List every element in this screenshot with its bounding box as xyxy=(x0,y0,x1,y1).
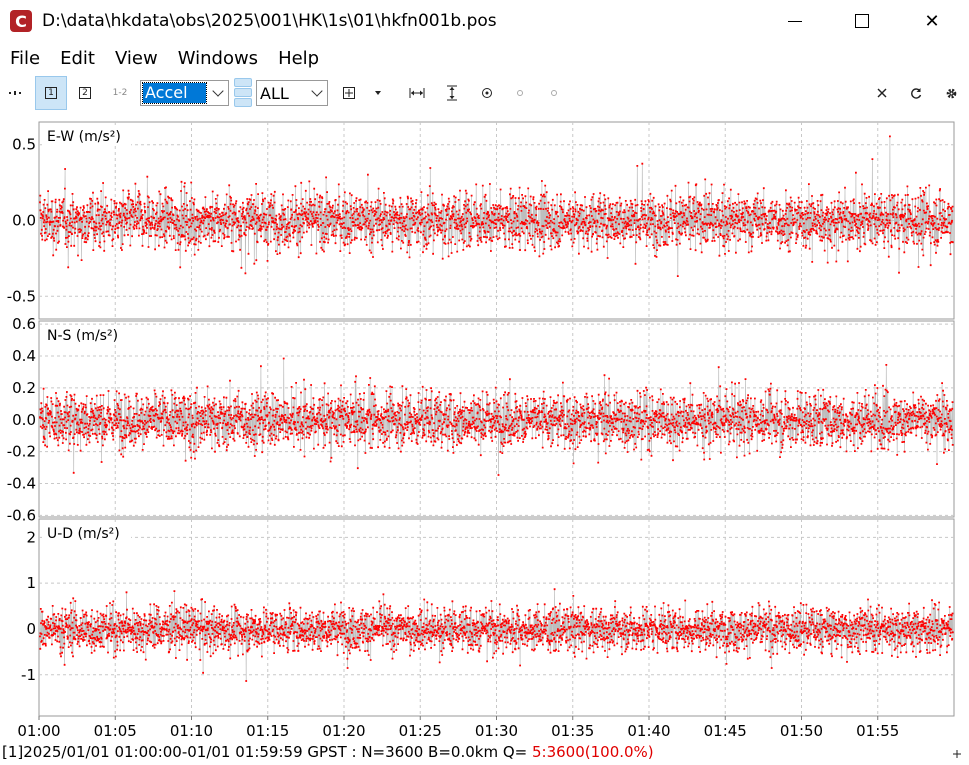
x-tick-label: 01:35 xyxy=(551,722,594,740)
maximize-button[interactable] xyxy=(839,0,885,42)
y-tick-label: 0.0 xyxy=(12,411,36,429)
chevron-down-icon xyxy=(307,84,327,97)
solution12-button[interactable]: 1-2 xyxy=(106,76,134,110)
target-icon xyxy=(482,88,492,98)
y-tick-label: 1 xyxy=(26,574,36,592)
x-tick-label: 01:15 xyxy=(246,722,289,740)
caret-down-icon xyxy=(375,91,381,95)
close-icon xyxy=(877,88,887,98)
plot-type-value: Accel xyxy=(142,82,207,104)
satellite-filter-select[interactable]: ALL xyxy=(256,80,328,106)
panel-title: N-S (m/s²) xyxy=(47,328,118,344)
plot-area[interactable]: 0.5 0.0 -0.5 E-W (m/s²) 0.6 0.4 0.2 0.0 -0.2 -0.4… xyxy=(0,112,969,742)
resize-grip-icon[interactable] xyxy=(953,750,961,758)
solution1-button[interactable]: 1 xyxy=(35,76,67,110)
app-logo-icon: C xyxy=(10,10,32,32)
clear-button[interactable] xyxy=(871,76,893,110)
title-bar: C D:\data\hkdata\obs\2025\001\HK\1s\01\h… xyxy=(0,0,969,42)
x-axis: 01:00 01:05 01:10 01:15 01:20 01:25 01:30 01:35… xyxy=(17,716,899,740)
gear-icon xyxy=(946,88,956,98)
small-circle-icon xyxy=(551,90,557,96)
status-bar: [1]2025/01/01 01:00:00-01/01 01:59:59 GP… xyxy=(0,742,969,765)
quality-text: 5:3600(100.0%) xyxy=(531,743,654,761)
menu-help[interactable]: Help xyxy=(268,44,329,72)
fit-horizontal-icon xyxy=(409,88,425,98)
minimize-button[interactable] xyxy=(772,0,818,42)
panel-0[interactable]: 0.5 0.0 -0.5 E-W (m/s²) xyxy=(7,121,955,320)
window-title: D:\data\hkdata\obs\2025\001\HK\1s\01\hkf… xyxy=(42,11,497,31)
menu-windows[interactable]: Windows xyxy=(168,44,268,72)
y-tick-label: 2 xyxy=(26,528,36,546)
solution2-button[interactable]: 2 xyxy=(70,76,100,110)
fit-vertical-icon xyxy=(447,85,457,101)
panel-2[interactable]: 2 1 0 -1 U-D (m/s²) xyxy=(21,518,955,717)
y-tick-label: 0 xyxy=(26,620,36,638)
menu-view[interactable]: View xyxy=(105,44,168,72)
x-tick-label: 01:50 xyxy=(780,722,823,740)
y-tick-label: -1 xyxy=(21,666,36,684)
close-icon: ✕ xyxy=(924,10,940,32)
show-track-button[interactable] xyxy=(510,76,530,110)
minimize-icon xyxy=(788,20,802,22)
crosshair-button[interactable] xyxy=(338,76,360,110)
crosshair-menu-button[interactable] xyxy=(370,76,386,110)
x-tick-label: 01:00 xyxy=(17,722,60,740)
center-origin-button[interactable] xyxy=(476,76,498,110)
chevron-down-icon xyxy=(208,84,228,97)
status-text: [1]2025/01/01 01:00:00-01/01 01:59:59 GP… xyxy=(2,743,532,761)
toolbar: 1 2 1-2 Accel ALL xyxy=(0,74,969,112)
fit-horizontal-button[interactable] xyxy=(404,76,430,110)
plot-type-select[interactable]: Accel xyxy=(140,80,229,106)
y-tick-label: 0.6 xyxy=(12,315,36,333)
panel-title: E-W (m/s²) xyxy=(47,129,121,145)
x-tick-label: 01:30 xyxy=(475,722,518,740)
y-tick-label: 0.0 xyxy=(12,212,36,230)
time-series-plot[interactable]: 0.5 0.0 -0.5 E-W (m/s²) 0.6 0.4 0.2 0.0 -0.2 -0.4… xyxy=(0,112,969,742)
y-tick-label: 0.4 xyxy=(12,347,36,365)
close-window-button[interactable]: ✕ xyxy=(909,0,955,42)
y-tick-label: 0.5 xyxy=(12,136,36,154)
reload-button[interactable] xyxy=(905,76,927,110)
x-tick-label: 01:40 xyxy=(627,722,670,740)
connect-icon xyxy=(9,91,21,95)
y-tick-label: -0.2 xyxy=(7,443,36,461)
menu-file[interactable]: File xyxy=(0,44,50,72)
small-circle-icon xyxy=(517,90,523,96)
y-tick-label: -0.5 xyxy=(7,287,36,305)
menu-edit[interactable]: Edit xyxy=(50,44,105,72)
y-tick-label: -0.4 xyxy=(7,475,36,493)
maximize-icon xyxy=(855,14,869,28)
fit-vertical-button[interactable] xyxy=(440,76,464,110)
fix-center-button[interactable] xyxy=(544,76,564,110)
panel-1[interactable]: 0.6 0.4 0.2 0.0 -0.2 -0.4 -0.6 N-S (m/s²) xyxy=(7,315,955,524)
toolbar-dots-button[interactable] xyxy=(4,76,26,110)
satellite-filter-value: ALL xyxy=(260,83,289,103)
x-tick-label: 01:10 xyxy=(170,722,213,740)
crosshair-icon xyxy=(343,87,355,99)
panel-title: U-D (m/s²) xyxy=(47,526,120,542)
x-tick-label: 01:25 xyxy=(399,722,442,740)
options-button[interactable] xyxy=(940,76,962,110)
x-tick-label: 01:55 xyxy=(856,722,899,740)
menu-bar: File Edit View Windows Help xyxy=(0,44,329,72)
y-tick-label: -0.6 xyxy=(7,506,36,524)
spin-control[interactable] xyxy=(234,78,252,108)
x-tick-label: 01:45 xyxy=(704,722,747,740)
x-tick-label: 01:05 xyxy=(94,722,137,740)
y-tick-label: 0.2 xyxy=(12,379,36,397)
x-tick-label: 01:20 xyxy=(322,722,365,740)
refresh-icon xyxy=(911,88,922,99)
